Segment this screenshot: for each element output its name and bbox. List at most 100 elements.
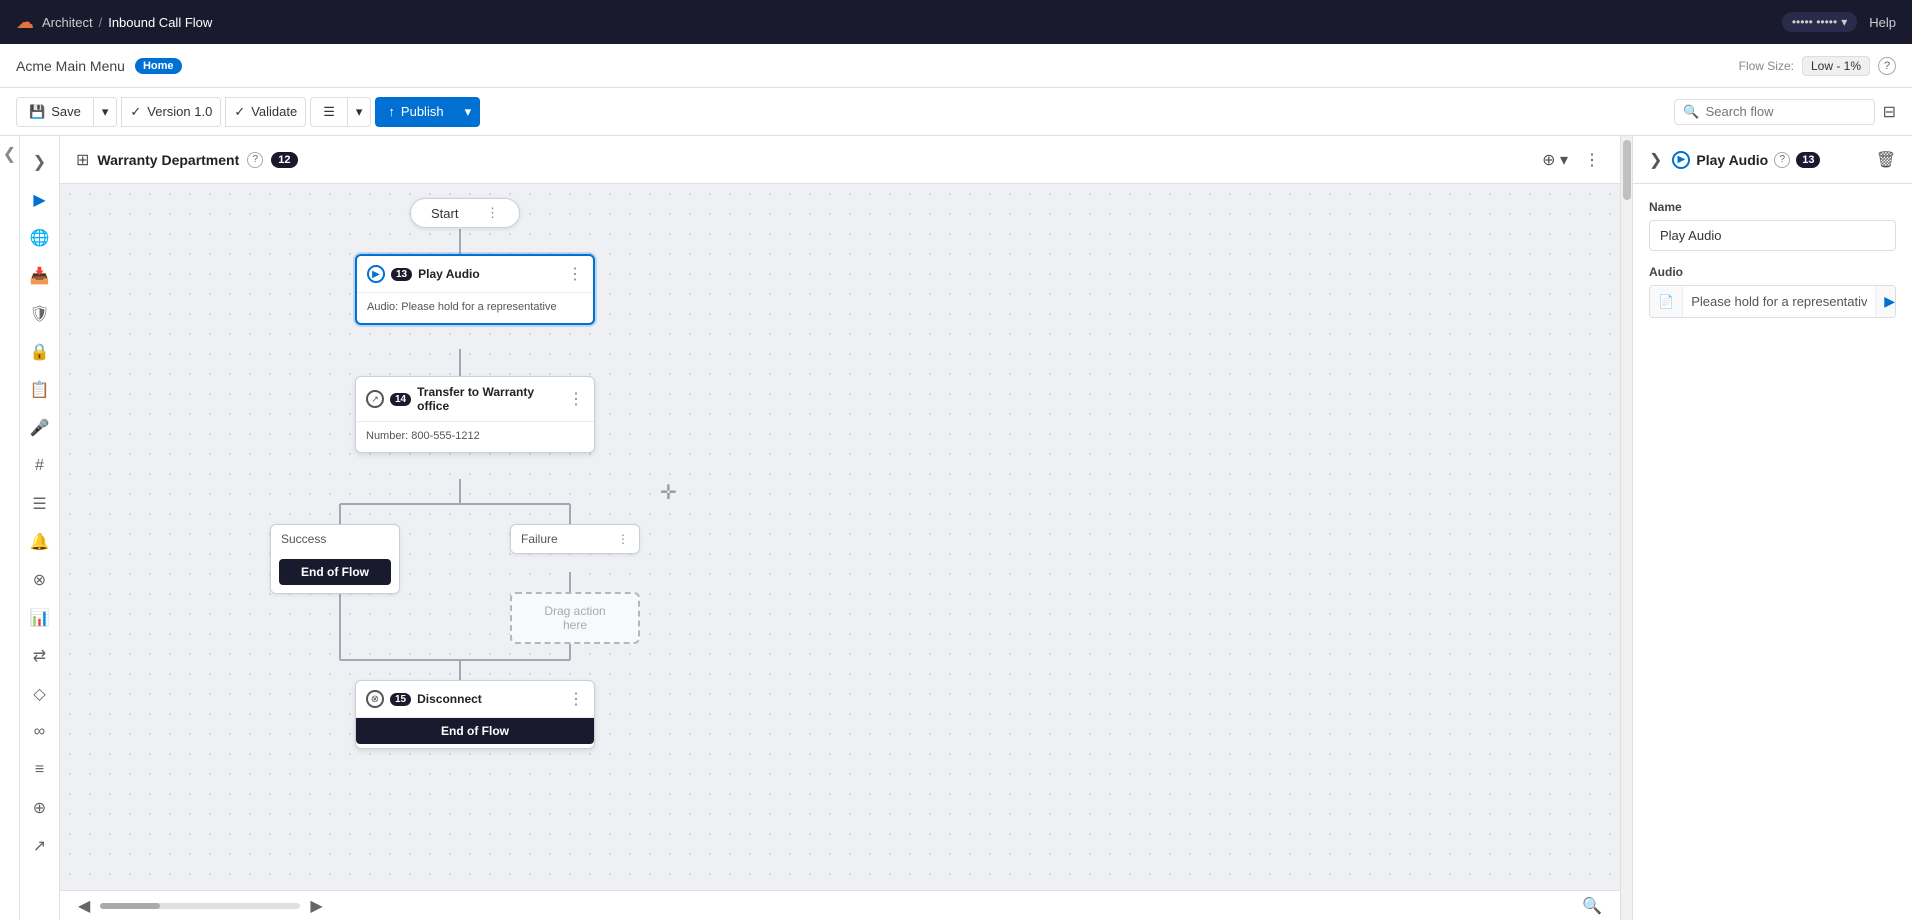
- publish-button[interactable]: ↑ Publish: [375, 97, 455, 127]
- left-expand-button[interactable]: ❮: [0, 136, 20, 920]
- left-sidebar: ❯ ▶ 🌐 📥 🛡 🔒 📋 🎤 # ☰ 🔔 ⊗ 📊 ⇄ ◇ ∞ ≡ ⊕ ↗: [20, 136, 60, 920]
- v-scrollbar-thumb: [1623, 140, 1631, 200]
- name-field-input[interactable]: [1649, 220, 1896, 251]
- failure-branch-node[interactable]: Failure ⋮: [510, 524, 640, 554]
- sidebar-item-lock[interactable]: 🔒: [22, 334, 58, 370]
- sidebar-item-flow[interactable]: ▶: [22, 182, 58, 218]
- breadcrumb-parent[interactable]: Architect: [42, 15, 93, 30]
- disconnect-node[interactable]: ⊗ 15 Disconnect ⋮ End of Flow: [355, 680, 595, 749]
- canvas-area: ⊞ Warranty Department ? 12 ⊕ ▾ ⋮: [60, 136, 1620, 920]
- app-brand: Acme Main Menu: [16, 58, 125, 74]
- save-dropdown-button[interactable]: ▾: [93, 97, 118, 127]
- transfer-node[interactable]: ↗ 14 Transfer to Warranty office ⋮ Numbe…: [355, 376, 595, 453]
- search-flow-input[interactable]: [1706, 104, 1866, 119]
- canvas-menu-button[interactable]: ⋮: [1580, 146, 1604, 174]
- transfer-header: ↗ 14 Transfer to Warranty office ⋮: [356, 377, 594, 422]
- scroll-right-button[interactable]: ▶: [304, 894, 328, 918]
- canvas-header: ⊞ Warranty Department ? 12 ⊕ ▾ ⋮: [60, 136, 1620, 184]
- sidebar-item-list[interactable]: ☰: [22, 486, 58, 522]
- breadcrumb-current: Inbound Call Flow: [108, 15, 212, 30]
- right-panel-delete-button[interactable]: 🗑: [1872, 146, 1900, 174]
- list-dropdown-button[interactable]: ▾: [347, 97, 372, 127]
- end-flow-success-button[interactable]: End of Flow: [279, 559, 391, 585]
- start-menu-icon[interactable]: ⋮: [486, 205, 499, 221]
- canvas[interactable]: Start ⋮ ▶ 13 Play Audio ⋮ Audio: Please …: [60, 184, 1620, 890]
- disconnect-menu[interactable]: ⋮: [568, 689, 584, 709]
- sidebar-item-infinity[interactable]: ∞: [22, 714, 58, 750]
- toolbar-left: 💾 Save ▾ ✓ Version 1.0 ✓ Validate ☰ ▾: [16, 97, 480, 127]
- sidebar-item-menu[interactable]: ≡: [22, 752, 58, 788]
- sidebar-item-chart[interactable]: 📊: [22, 600, 58, 636]
- save-button[interactable]: 💾 Save: [16, 97, 93, 127]
- right-panel-badge: 13: [1796, 152, 1820, 168]
- audio-doc-icon: 📄: [1650, 287, 1683, 317]
- right-panel-info-icon[interactable]: ?: [1774, 152, 1790, 168]
- sidebar-item-alert[interactable]: 🔔: [22, 524, 58, 560]
- drag-placeholder[interactable]: Drag action here: [510, 592, 640, 644]
- success-branch-node[interactable]: Success End of Flow: [270, 524, 400, 594]
- home-tag[interactable]: Home: [135, 58, 182, 74]
- play-audio-badge: 13: [391, 268, 412, 281]
- audio-field-input[interactable]: [1683, 287, 1875, 316]
- flow-name-info-icon[interactable]: ?: [247, 152, 263, 168]
- list-group: ☰ ▾: [310, 97, 371, 127]
- flow-name: Warranty Department: [97, 152, 239, 168]
- validate-icon: ✓: [234, 104, 245, 120]
- sidebar-item-org[interactable]: ⊕: [22, 790, 58, 826]
- sidebar-item-prohibited[interactable]: ⊗: [22, 562, 58, 598]
- sidebar-item-diamond[interactable]: ◇: [22, 676, 58, 712]
- filter-icon[interactable]: ⊟: [1883, 102, 1896, 122]
- sidebar-expand-icon[interactable]: ❯: [22, 144, 58, 180]
- validate-button[interactable]: ✓ Validate: [225, 97, 306, 127]
- scroll-left-button[interactable]: ◀: [72, 894, 96, 918]
- top-navigation: ☁ Architect / Inbound Call Flow ••••• ••…: [0, 0, 1912, 44]
- end-flow-disconnect-button: End of Flow: [356, 718, 594, 744]
- sidebar-item-globe[interactable]: 🌐: [22, 220, 58, 256]
- audio-play-button[interactable]: ▶: [1875, 286, 1896, 317]
- right-panel-header: ❯ ▶ Play Audio ? 13 🗑: [1633, 136, 1912, 184]
- play-audio-node[interactable]: ▶ 13 Play Audio ⋮ Audio: Please hold for…: [355, 254, 595, 325]
- horizontal-scrollbar[interactable]: [100, 903, 300, 909]
- publish-group: ↑ Publish ▾: [375, 97, 480, 127]
- canvas-footer: ◀ ▶ 🔍: [60, 890, 1620, 920]
- play-audio-header: ▶ 13 Play Audio ⋮: [357, 256, 593, 293]
- play-audio-icon: ▶: [367, 265, 385, 283]
- scrollbar-thumb: [100, 903, 160, 909]
- sidebar-item-inbox[interactable]: 📥: [22, 258, 58, 294]
- sidebar-item-split[interactable]: ⇄: [22, 638, 58, 674]
- disconnect-body: End of Flow: [356, 718, 594, 748]
- canvas-inner: Start ⋮ ▶ 13 Play Audio ⋮ Audio: Please …: [60, 184, 1260, 890]
- appbar-left: Acme Main Menu Home: [16, 58, 182, 74]
- sidebar-item-document[interactable]: 📋: [22, 372, 58, 408]
- sidebar-item-hash[interactable]: #: [22, 448, 58, 484]
- start-node[interactable]: Start ⋮: [410, 198, 520, 228]
- user-name: ••••• •••••: [1792, 15, 1837, 29]
- audio-field-container: 📄 ▶: [1649, 285, 1896, 318]
- version-button[interactable]: ✓ Version 1.0: [121, 97, 221, 127]
- subflow-icon: ⊞: [76, 150, 89, 170]
- right-panel-back-button[interactable]: ❯: [1645, 146, 1666, 174]
- vertical-scrollbar[interactable]: [1620, 136, 1632, 920]
- user-menu[interactable]: ••••• ••••• ▾: [1782, 12, 1857, 32]
- sidebar-item-external[interactable]: ↗: [22, 828, 58, 864]
- right-panel-play-icon: ▶: [1672, 151, 1690, 169]
- disconnect-title: Disconnect: [417, 692, 562, 706]
- publish-dropdown-button[interactable]: ▾: [456, 97, 481, 127]
- sidebar-item-mic[interactable]: 🎤: [22, 410, 58, 446]
- failure-menu[interactable]: ⋮: [617, 532, 629, 546]
- right-panel-header-left: ❯ ▶ Play Audio ? 13: [1645, 146, 1820, 174]
- success-branch-body: End of Flow: [271, 553, 399, 593]
- canvas-header-right: ⊕ ▾ ⋮: [1538, 146, 1604, 174]
- transfer-body: Number: 800-555-1212: [356, 422, 594, 452]
- save-icon: 💾: [29, 104, 45, 120]
- topnav-right: ••••• ••••• ▾ Help: [1782, 12, 1896, 32]
- disconnect-icon: ⊗: [366, 690, 384, 708]
- play-audio-menu[interactable]: ⋮: [567, 264, 583, 284]
- zoom-out-button[interactable]: 🔍: [1576, 894, 1608, 918]
- org-chart-button[interactable]: ⊕ ▾: [1538, 146, 1572, 174]
- list-button[interactable]: ☰: [310, 97, 347, 127]
- sidebar-item-shield[interactable]: 🛡: [22, 296, 58, 332]
- transfer-menu[interactable]: ⋮: [568, 389, 584, 409]
- flow-size-help-icon[interactable]: ?: [1878, 57, 1896, 75]
- help-button[interactable]: Help: [1869, 15, 1896, 30]
